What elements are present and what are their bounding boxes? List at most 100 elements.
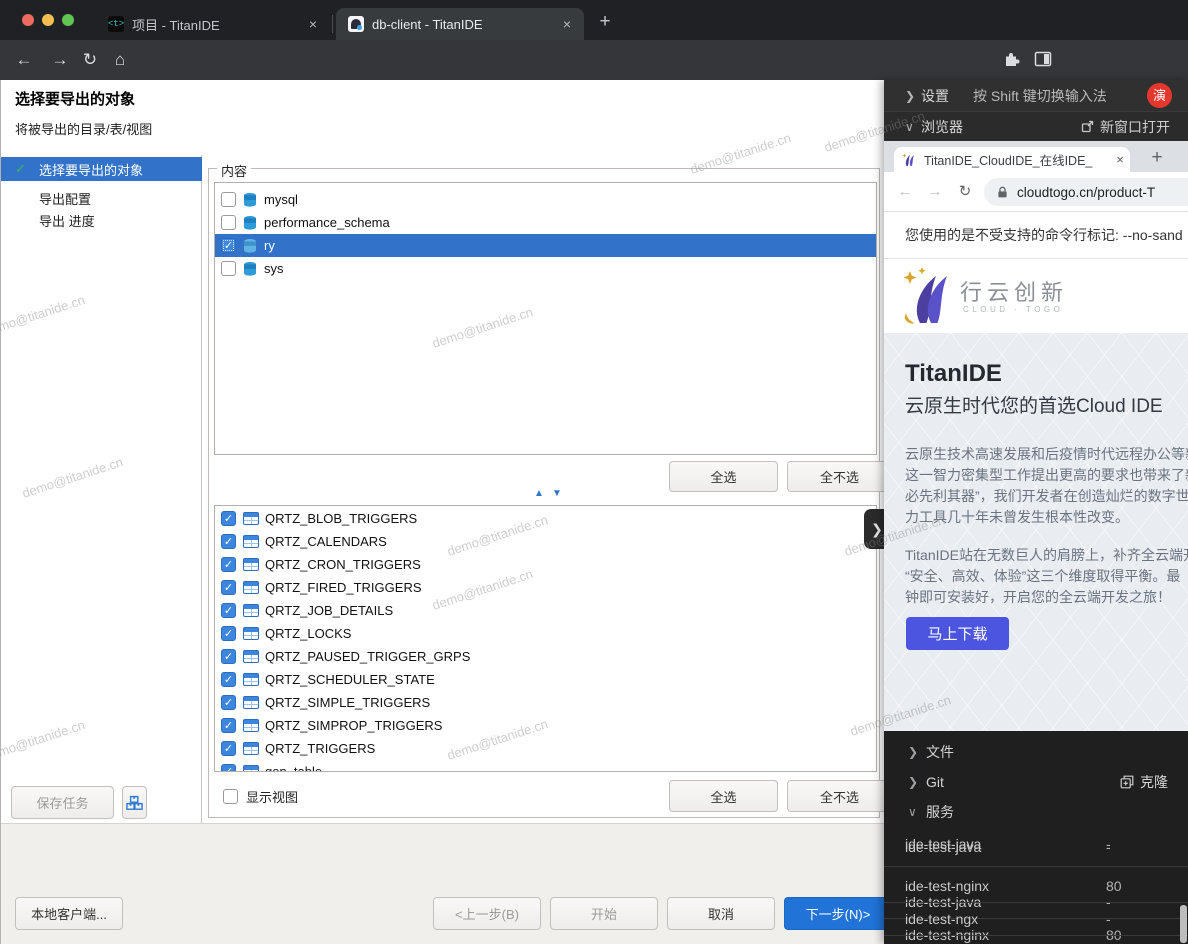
close-tab-icon[interactable]: × [304,16,322,32]
cloudtogo-logo [898,265,958,327]
table-icon [243,742,259,755]
open-new-window-button[interactable]: 新窗口打开 [1081,117,1170,137]
checkbox-checked[interactable]: ✓ [221,672,236,687]
db-row[interactable]: mysql [215,188,876,211]
new-tab-button[interactable]: + [592,10,618,36]
browser-section-header[interactable]: ∨ 浏览器 新窗口打开 [884,111,1188,141]
table-row[interactable]: ✓QRTZ_PAUSED_TRIGGER_GRPS [215,645,876,668]
service-row[interactable]: mysql3306 [884,936,1188,944]
select-all-top-button[interactable]: 全选 [669,461,778,492]
database-icon [242,192,258,208]
local-client-button[interactable]: 本地客户端... [15,897,123,930]
traffic-light-close[interactable] [22,14,34,26]
move-down-icon[interactable]: ▼ [552,488,562,499]
checkbox-checked[interactable]: ✓ [221,580,236,595]
boxes-icon [126,795,143,811]
service-row[interactable]: ide-test-ngx- [884,903,1188,936]
select-all-bottom-button[interactable]: 全选 [669,780,778,812]
table-row[interactable]: ✓QRTZ_BLOB_TRIGGERS [215,507,876,530]
checkbox-checked[interactable]: ✓ [221,238,236,253]
show-views-checkbox[interactable]: 显示视图 [223,787,298,806]
db-row[interactable]: performance_schema [215,211,876,234]
checkbox-checked[interactable]: ✓ [221,764,236,772]
table-row[interactable]: ✓QRTZ_LOCKS [215,622,876,645]
forward-icon[interactable]: → [48,48,72,72]
step-export-progress[interactable]: 导出 进度 [1,208,202,232]
table-icon [243,535,259,548]
demo-badge[interactable]: 演 [1147,83,1172,108]
prev-step-button[interactable]: <上一步(B) [433,897,541,930]
table-icon [243,604,259,617]
table-row[interactable]: ✓QRTZ_SCHEDULER_STATE [215,668,876,691]
checkbox-checked[interactable]: ✓ [221,557,236,572]
home-icon[interactable]: ⌂ [108,48,132,72]
service-row[interactable]: ide-test-java- [884,827,1188,867]
hero-section: TitanIDE 云原生时代您的首选Cloud IDE 云原生技术高速发展和后疫… [884,333,1188,731]
hero-paragraph-line: “安全、高效、体验”这三个维度取得平衡。最 [905,566,1188,586]
table-row[interactable]: ✓QRTZ_SIMPLE_TRIGGERS [215,691,876,714]
git-section-header[interactable]: ❯ Git 克隆 [884,767,1188,797]
close-tab-icon[interactable]: × [558,16,576,32]
packages-icon-button[interactable] [122,786,147,819]
checkbox-checked[interactable]: ✓ [221,534,236,549]
reload-icon[interactable]: ↻ [954,181,976,203]
table-row[interactable]: ✓QRTZ_FIRED_TRIGGERS [215,576,876,599]
browser-toolbar: ← → ↻ ⌂ try.titanide.cn/ide/web/coding/d… [0,40,1188,80]
db-row-selected[interactable]: ✓ ry [215,234,876,257]
save-task-button[interactable]: 保存任务 [11,786,114,819]
service-row[interactable]: ide-test-nginx80 [884,870,1188,903]
forward-icon[interactable]: → [924,181,946,203]
checkbox[interactable] [221,192,236,207]
traffic-light-zoom[interactable] [62,14,74,26]
embedded-tab[interactable]: TitanIDE_CloudIDE_在线IDE_ × [894,147,1130,172]
table-icon [243,696,259,709]
checkbox-checked[interactable]: ✓ [221,626,236,641]
table-row[interactable]: ✓QRTZ_SIMPROP_TRIGGERS [215,714,876,737]
checkbox[interactable] [223,789,238,804]
tab-separator [332,15,333,33]
table-row[interactable]: ✓QRTZ_JOB_DETAILS [215,599,876,622]
extensions-puzzle-icon[interactable] [1002,50,1020,68]
checkbox[interactable] [221,261,236,276]
tab-db-client[interactable]: db-client - TitanIDE × [336,8,584,40]
side-panel-icon[interactable] [1034,50,1052,68]
checkbox[interactable] [221,215,236,230]
checkbox-checked[interactable]: ✓ [221,603,236,618]
tab-project[interactable]: <t> 项目 - TitanIDE × [96,8,330,40]
table-row[interactable]: ✓QRTZ_TRIGGERS [215,737,876,760]
cancel-button[interactable]: 取消 [667,897,775,930]
embedded-new-tab-button[interactable]: + [1144,145,1170,171]
checkbox-checked[interactable]: ✓ [221,695,236,710]
tab-title: db-client - TitanIDE [372,17,558,32]
table-row[interactable]: ✓QRTZ_CALENDARS [215,530,876,553]
step-select-objects[interactable]: ✓ 选择要导出的对象 [1,157,202,181]
close-icon[interactable]: × [1110,152,1130,167]
checkbox-checked[interactable]: ✓ [221,649,236,664]
select-none-top-button[interactable]: 全不选 [787,461,892,492]
reload-icon[interactable]: ↻ [78,48,102,72]
git-clone-button[interactable]: 克隆 [1120,772,1168,792]
step-export-config[interactable]: 导出配置 [1,186,202,210]
move-up-icon[interactable]: ▲ [534,488,544,499]
db-row[interactable]: sys [215,257,876,280]
checkbox-checked[interactable]: ✓ [221,718,236,733]
services-scrollbar[interactable] [1180,905,1187,943]
start-button[interactable]: 开始 [550,897,658,930]
settings-section-header[interactable]: ❯ 设置 按 Shift 键切换输入法 演 [884,80,1188,111]
checkbox-checked[interactable]: ✓ [221,741,236,756]
back-icon[interactable]: ← [12,48,36,72]
embedded-address-bar[interactable]: cloudtogo.cn/product-T [984,178,1188,206]
services-section-header[interactable]: ∨ 服务 [884,797,1188,827]
traffic-light-minimize[interactable] [42,14,54,26]
embedded-url: cloudtogo.cn/product-T [1017,185,1155,200]
download-now-button[interactable]: 马上下载 [906,617,1009,650]
database-list: mysql performance_schema ✓ ry sys [214,182,877,455]
back-icon[interactable]: ← [894,181,916,203]
checkbox-checked[interactable]: ✓ [221,511,236,526]
select-none-bottom-button[interactable]: 全不选 [787,780,892,812]
files-section-header[interactable]: ❯ 文件 [884,737,1188,767]
table-row[interactable]: ✓QRTZ_CRON_TRIGGERS [215,553,876,576]
screen: <t> 项目 - TitanIDE × db-client - TitanIDE… [0,0,1188,944]
next-step-button[interactable]: 下一步(N)> [784,897,892,930]
table-row[interactable]: ✓gen_table [215,760,876,772]
